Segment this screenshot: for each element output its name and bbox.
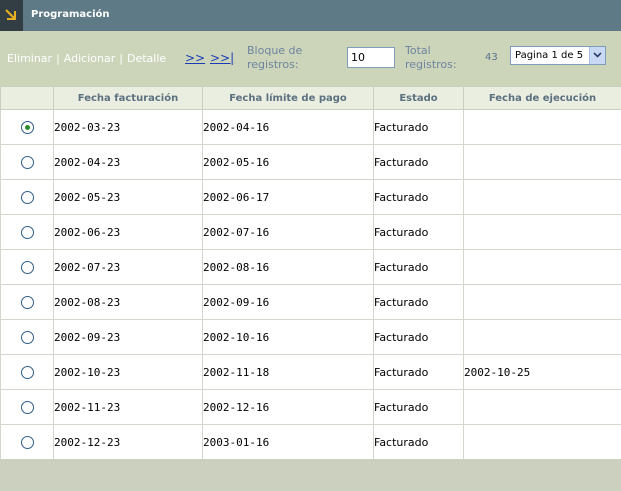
status-cell: Facturado: [373, 179, 464, 215]
row-select-cell: [0, 319, 54, 355]
page-title: Programación: [31, 9, 110, 20]
table-row[interactable]: 2002-03-23 2002-04-16 Facturado: [0, 109, 621, 145]
row-select-cell: [0, 144, 54, 180]
row-radio-button[interactable]: [20, 260, 34, 274]
execution-date-cell: [463, 284, 621, 320]
execution-date-cell: [463, 249, 621, 285]
billing-date-cell: 2002-07-23: [53, 249, 203, 285]
status-cell: Facturado: [373, 249, 464, 285]
billing-date-cell: 2002-03-23: [53, 109, 203, 145]
row-select-cell: [0, 354, 54, 390]
execution-date-cell: [463, 319, 621, 355]
total-records-label: Total registros:: [405, 44, 457, 71]
table-row[interactable]: 2002-10-23 2002-11-18 Facturado 2002-10-25: [0, 354, 621, 390]
status-cell: Facturado: [373, 389, 464, 425]
table-row[interactable]: 2002-11-23 2002-12-16 Facturado: [0, 389, 621, 425]
status-cell: Facturado: [373, 284, 464, 320]
due-date-cell: 2002-08-16: [202, 249, 374, 285]
column-header-billing-date[interactable]: Fecha facturación: [53, 86, 203, 110]
chevron-down-icon: [593, 52, 602, 58]
execution-date-cell: [463, 389, 621, 425]
row-radio-button[interactable]: [20, 120, 34, 134]
row-select-cell: [0, 424, 54, 460]
row-select-cell: [0, 179, 54, 215]
column-header-execution-date[interactable]: Fecha de ejecución: [463, 86, 621, 110]
billing-date-cell: 2002-11-23: [53, 389, 203, 425]
row-radio-button[interactable]: [20, 295, 34, 309]
row-radio-button[interactable]: [20, 365, 34, 379]
table-row[interactable]: 2002-05-23 2002-06-17 Facturado: [0, 179, 621, 215]
due-date-cell: 2002-09-16: [202, 284, 374, 320]
last-page-link[interactable]: >>|: [210, 51, 234, 65]
corner-arrow-icon: [5, 9, 16, 20]
delete-link[interactable]: Eliminar: [7, 52, 52, 65]
table-row[interactable]: 2002-04-23 2002-05-16 Facturado: [0, 144, 621, 180]
detail-link[interactable]: Detalle: [127, 52, 166, 65]
due-date-cell: 2003-01-16: [202, 424, 374, 460]
status-cell: Facturado: [373, 354, 464, 390]
row-select-cell: [0, 109, 54, 145]
status-cell: Facturado: [373, 319, 464, 355]
due-date-cell: 2002-04-16: [202, 109, 374, 145]
page-select-value: Pagina 1 de 5: [515, 50, 584, 61]
column-header-status[interactable]: Estado: [373, 86, 464, 110]
execution-date-cell: 2002-10-25: [463, 354, 621, 390]
execution-date-cell: [463, 424, 621, 460]
block-size-input[interactable]: [347, 47, 395, 68]
separator: |: [119, 52, 123, 65]
block-size-label: Bloque de registros:: [247, 44, 303, 71]
page-select[interactable]: Pagina 1 de 5: [510, 46, 606, 65]
table-row[interactable]: 2002-09-23 2002-10-16 Facturado: [0, 319, 621, 355]
row-radio-button[interactable]: [20, 225, 34, 239]
row-select-cell: [0, 214, 54, 250]
row-select-cell: [0, 284, 54, 320]
billing-date-cell: 2002-09-23: [53, 319, 203, 355]
execution-date-cell: [463, 214, 621, 250]
execution-date-cell: [463, 109, 621, 145]
execution-date-cell: [463, 179, 621, 215]
total-records-value: 43: [485, 52, 498, 63]
billing-date-cell: 2002-04-23: [53, 144, 203, 180]
billing-date-cell: 2002-05-23: [53, 179, 203, 215]
row-radio-button[interactable]: [20, 400, 34, 414]
table-header-row: Fecha facturación Fecha límite de pago E…: [0, 86, 621, 110]
row-radio-button[interactable]: [20, 435, 34, 449]
due-date-cell: 2002-06-17: [202, 179, 374, 215]
next-page-link[interactable]: >>: [185, 51, 205, 65]
row-radio-button[interactable]: [20, 190, 34, 204]
column-header-due-date[interactable]: Fecha límite de pago: [202, 86, 374, 110]
due-date-cell: 2002-05-16: [202, 144, 374, 180]
table-row[interactable]: 2002-08-23 2002-09-16 Facturado: [0, 284, 621, 320]
status-cell: Facturado: [373, 424, 464, 460]
status-cell: Facturado: [373, 109, 464, 145]
billing-table: Fecha facturación Fecha límite de pago E…: [0, 86, 621, 460]
due-date-cell: 2002-12-16: [202, 389, 374, 425]
title-bar: Programación: [0, 0, 621, 31]
select-column-header: [0, 86, 54, 110]
separator: |: [56, 52, 60, 65]
dropdown-button[interactable]: [589, 47, 605, 64]
execution-date-cell: [463, 144, 621, 180]
billing-date-cell: 2002-12-23: [53, 424, 203, 460]
status-cell: Facturado: [373, 214, 464, 250]
billing-date-cell: 2002-10-23: [53, 354, 203, 390]
action-links: Eliminar | Adicionar | Detalle: [7, 52, 166, 65]
billing-date-cell: 2002-06-23: [53, 214, 203, 250]
due-date-cell: 2002-10-16: [202, 319, 374, 355]
due-date-cell: 2002-11-18: [202, 354, 374, 390]
table-row[interactable]: 2002-06-23 2002-07-16 Facturado: [0, 214, 621, 250]
add-link[interactable]: Adicionar: [64, 52, 115, 65]
row-select-cell: [0, 249, 54, 285]
table-row[interactable]: 2002-12-23 2003-01-16 Facturado: [0, 424, 621, 460]
footer-bar: [0, 459, 621, 491]
table-row[interactable]: 2002-07-23 2002-08-16 Facturado: [0, 249, 621, 285]
toolbar: Eliminar | Adicionar | Detalle >> >>| Bloque…: [0, 31, 621, 86]
due-date-cell: 2002-07-16: [202, 214, 374, 250]
row-select-cell: [0, 389, 54, 425]
row-radio-button[interactable]: [20, 155, 34, 169]
title-icon-container: [0, 0, 23, 31]
billing-date-cell: 2002-08-23: [53, 284, 203, 320]
status-cell: Facturado: [373, 144, 464, 180]
row-radio-button[interactable]: [20, 330, 34, 344]
